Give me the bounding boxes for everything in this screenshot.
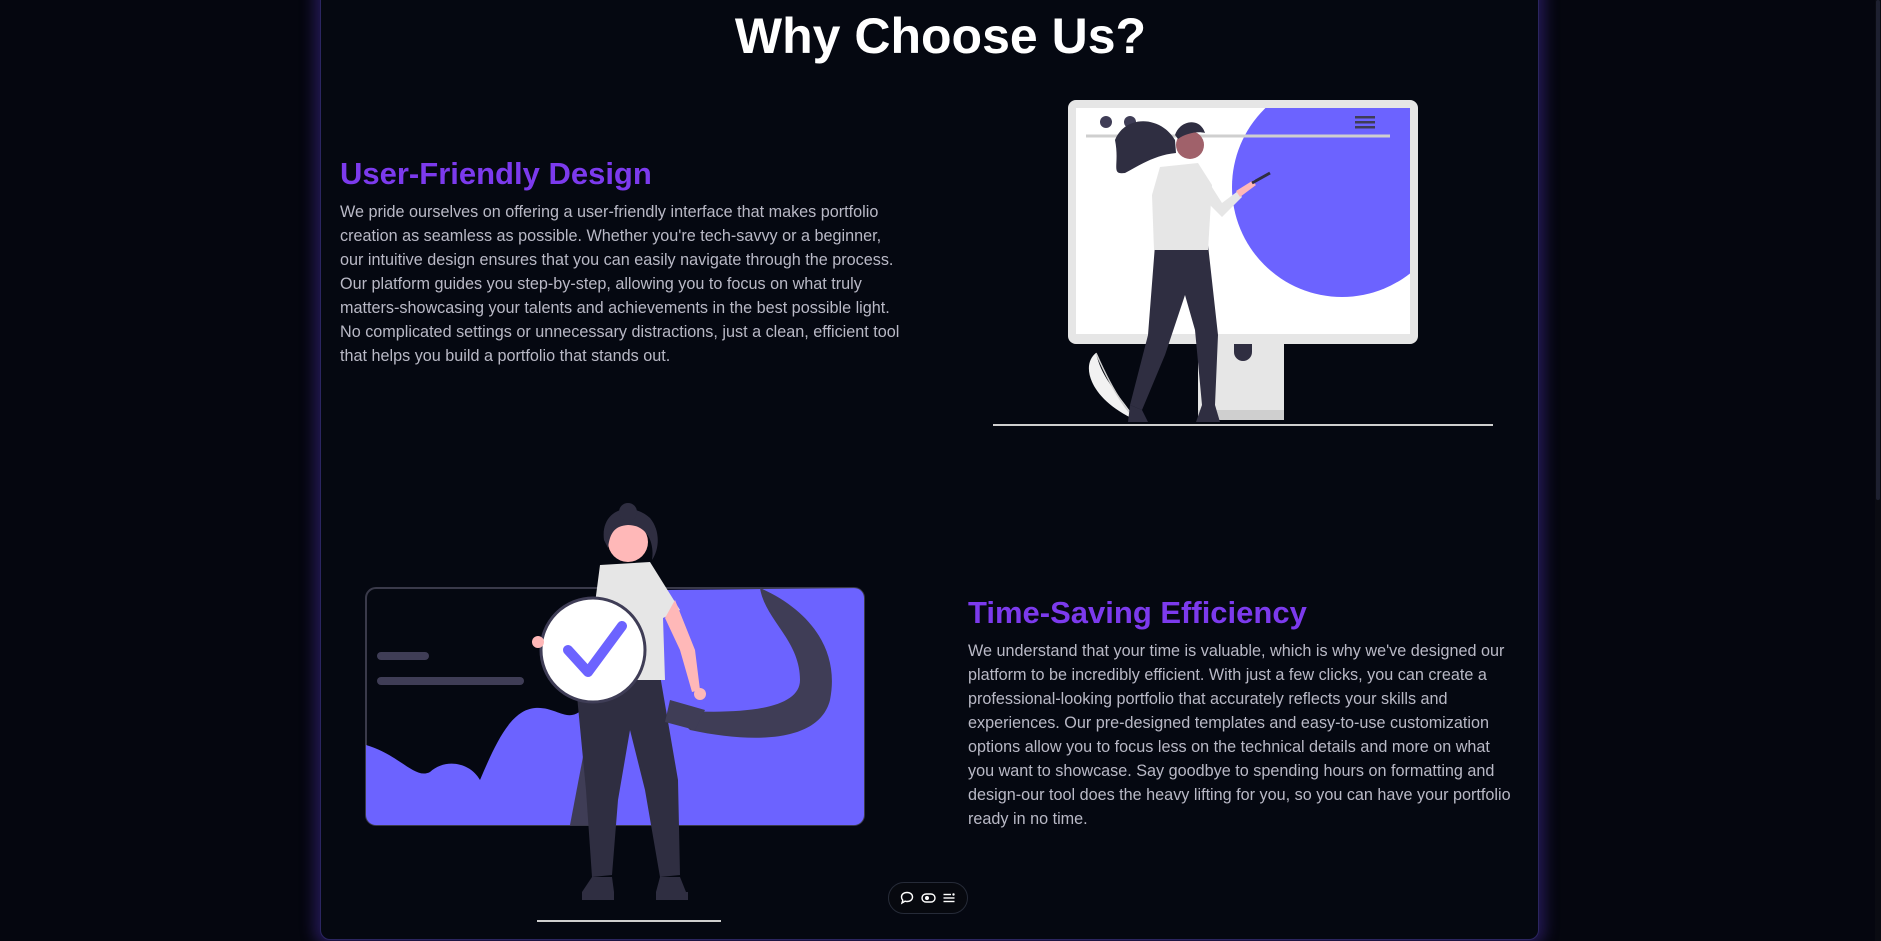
eye-toggle-icon[interactable] bbox=[919, 889, 937, 907]
feature-title-time-saving: Time-Saving Efficiency bbox=[968, 595, 1307, 630]
page-scrollbar[interactable] bbox=[1875, 0, 1881, 941]
feature-title-user-friendly: User-Friendly Design bbox=[340, 156, 652, 191]
page-title: Why Choose Us? bbox=[734, 8, 1147, 64]
chat-bubble-icon[interactable] bbox=[898, 889, 916, 907]
woman-holding-checkmark-illustration bbox=[365, 503, 865, 922]
feature-text-time-saving: We understand that your time is valuable… bbox=[968, 642, 1511, 828]
feature-text-user-friendly: We pride ourselves on offering a user-fr… bbox=[340, 203, 900, 365]
floating-toolbar bbox=[888, 882, 968, 914]
menu-list-icon[interactable] bbox=[940, 889, 958, 907]
scrollbar-thumb[interactable] bbox=[1876, 0, 1880, 500]
woman-painting-monitor-illustration bbox=[993, 100, 1493, 426]
